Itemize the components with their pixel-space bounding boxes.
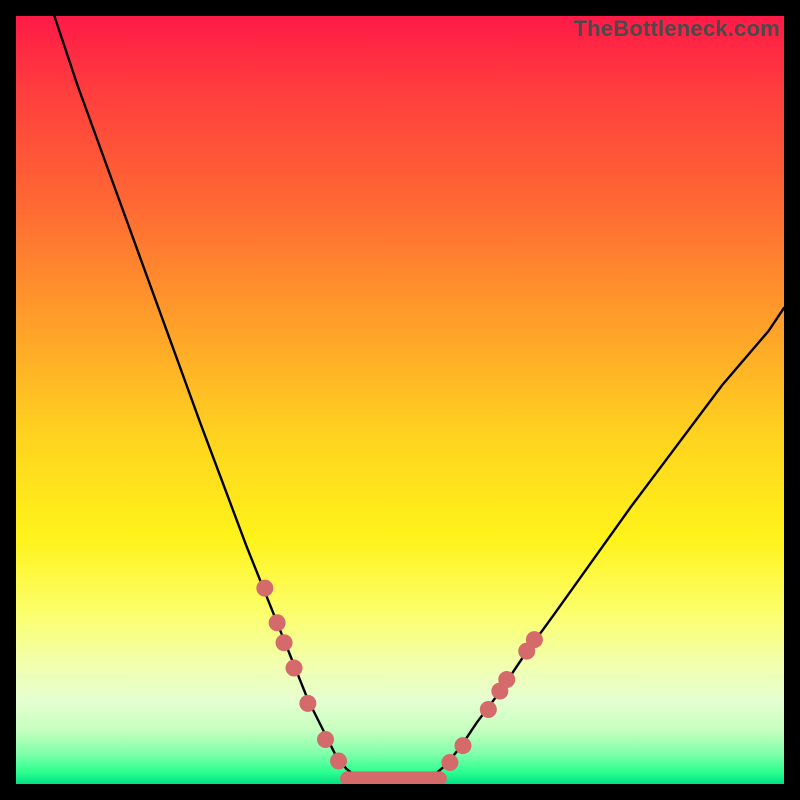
valley-floor-bar	[340, 771, 447, 784]
bottleneck-curve	[54, 16, 784, 782]
attribution-text: TheBottleneck.com	[574, 16, 780, 42]
chart-frame: TheBottleneck.com	[16, 16, 784, 784]
chart-svg	[16, 16, 784, 784]
plot-area: TheBottleneck.com	[16, 16, 784, 784]
